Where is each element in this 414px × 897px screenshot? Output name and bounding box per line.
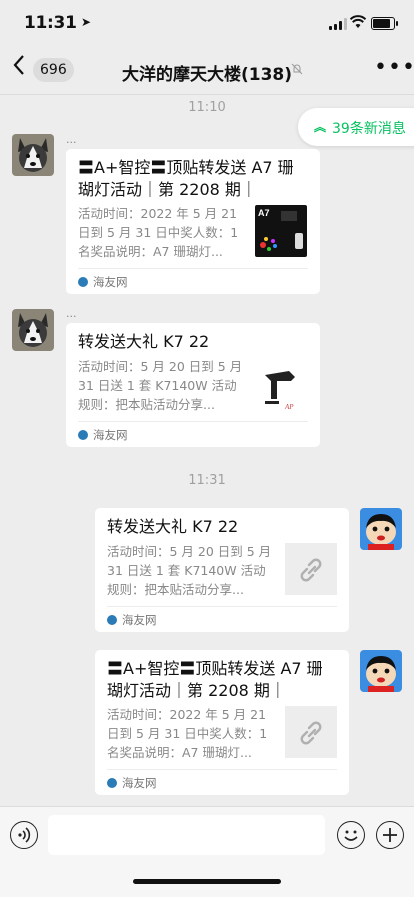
source-name: 海友网 [122,776,157,790]
svg-text:A7: A7 [258,208,270,218]
husky-dog-avatar [12,309,54,351]
sender-name: ... [66,133,77,146]
link-card[interactable]: 转发送大礼 K7 22 活动时间：5 月 20 日到 5 月 31 日送 1 套… [95,508,349,632]
chat-header: 696 大洋的摩天大楼(138) ••• [0,46,414,95]
source-name: 海友网 [93,275,128,289]
location-arrow-icon: ➤ [81,15,92,29]
home-indicator [133,879,281,884]
source-name: 海友网 [122,613,157,627]
card-source: 海友网 [78,421,308,447]
chat-title: 大洋的摩天大楼(138) [121,65,293,85]
signal-icon [329,18,347,30]
new-messages-button[interactable]: ︽ 39条新消息 [298,108,414,146]
source-name: 海友网 [93,428,128,442]
card-description: 活动时间：2022 年 5 月 21 日到 5 月 31 日中奖人数：1 名奖品… [78,206,239,259]
status-time: 11:31 [24,13,77,33]
cartoon-boy-avatar [360,508,402,550]
avatar[interactable] [12,134,54,176]
avatar[interactable] [360,508,402,550]
link-card[interactable]: 〓A+智控〓顶贴转发送 A7 珊瑚灯活动｜第 2208 期｜ 活动时间：2022… [66,149,320,294]
avatar[interactable] [360,650,402,692]
source-logo-icon [107,778,117,788]
emoji-icon[interactable] [337,821,365,849]
husky-dog-avatar [12,134,54,176]
svg-text:AP: AP [284,403,294,411]
card-source: 海友网 [78,268,308,294]
source-logo-icon [78,277,88,287]
card-source: 海友网 [107,606,337,632]
link-icon [285,706,337,758]
plus-icon[interactable] [376,821,404,849]
chevron-left-icon[interactable] [12,54,32,82]
input-bar [0,806,414,897]
card-title: 转发送大礼 K7 22 [78,332,210,351]
card-title: 〓A+智控〓顶贴转发送 A7 珊瑚灯活动｜第 2208 期｜ [107,659,323,700]
voice-icon[interactable] [10,821,38,849]
bell-slash-icon [291,63,303,78]
new-messages-label: 39条新消息 [332,121,406,137]
link-icon [285,543,337,595]
cartoon-boy-avatar [360,650,402,692]
message-input[interactable] [48,815,325,855]
status-bar: 11:31 ➤ [0,0,414,46]
sender-name: ... [66,307,77,320]
link-card[interactable]: 〓A+智控〓顶贴转发送 A7 珊瑚灯活动｜第 2208 期｜ 活动时间：2022… [95,650,349,795]
card-description: 活动时间：5 月 20 日到 5 月 31 日送 1 套 K7140W 活动规则… [107,544,272,597]
message-timestamp: 11:31 [188,473,226,488]
card-thumbnail: A7 [255,205,307,257]
avatar[interactable] [12,309,54,351]
battery-icon [371,17,398,30]
wifi-icon [350,15,366,28]
card-title: 〓A+智控〓顶贴转发送 A7 珊瑚灯活动｜第 2208 期｜ [78,158,294,199]
more-button[interactable]: ••• [374,55,414,80]
link-card[interactable]: 转发送大礼 K7 22 活动时间：5 月 20 日到 5 月 31 日送 1 套… [66,323,320,447]
card-source: 海友网 [107,769,337,795]
double-chevron-up-icon: ︽ [314,120,327,134]
source-logo-icon [107,615,117,625]
card-title: 转发送大礼 K7 22 [107,517,239,536]
card-description: 活动时间：5 月 20 日到 5 月 31 日送 1 套 K7140W 活动规则… [78,359,243,412]
unread-count-badge[interactable]: 696 [33,58,74,82]
card-description: 活动时间：2022 年 5 月 21 日到 5 月 31 日中奖人数：1 名奖品… [107,707,268,760]
card-thumbnail: AP [255,359,307,411]
source-logo-icon [78,430,88,440]
